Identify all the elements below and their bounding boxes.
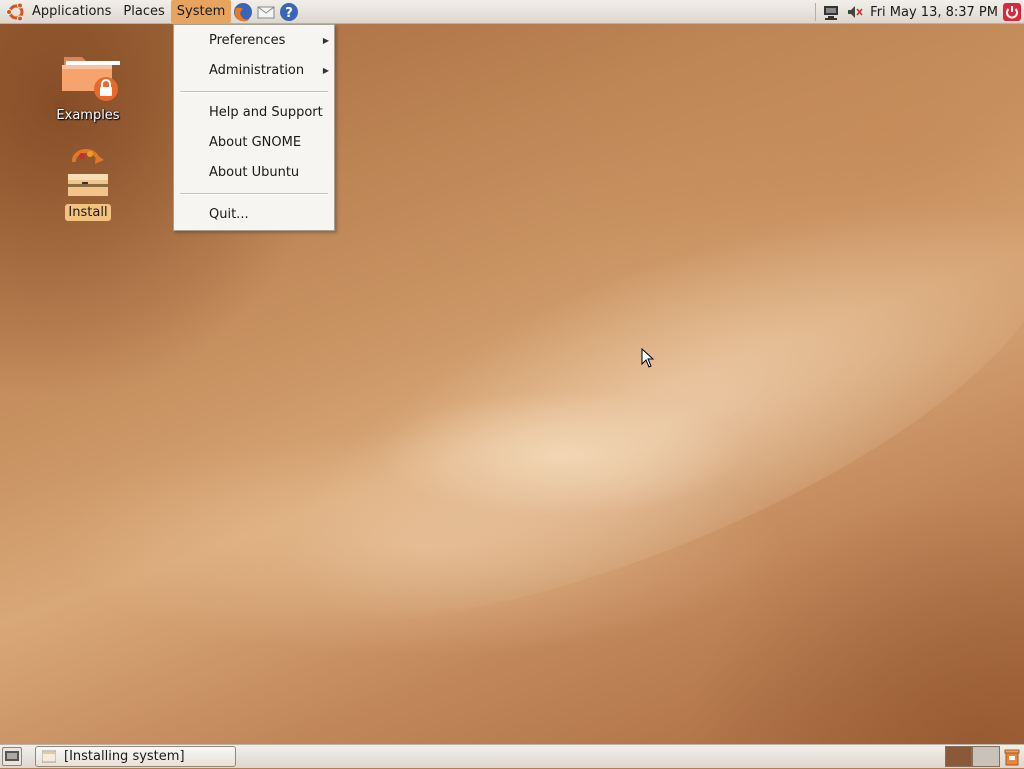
taskbar-window-button[interactable]: [Installing system] <box>35 746 236 767</box>
help-icon: ? <box>280 2 299 21</box>
desktop-icon-label: Examples <box>56 108 120 123</box>
mouse-cursor-icon <box>641 348 655 368</box>
svg-text:?: ? <box>285 6 293 21</box>
firefox-icon <box>234 2 253 21</box>
menu-item-quit[interactable]: Quit... <box>174 201 334 229</box>
applications-menu-button[interactable]: Applications <box>0 0 117 23</box>
menu-item-label: About Ubuntu <box>209 165 300 180</box>
mail-launcher[interactable] <box>255 1 277 23</box>
shutdown-icon[interactable] <box>1002 2 1022 22</box>
installer-window-icon <box>42 750 56 763</box>
menu-item-preferences[interactable]: Preferences ▶ <box>174 27 334 55</box>
help-launcher[interactable]: ? <box>278 1 300 23</box>
menu-item-label: Preferences <box>209 33 286 48</box>
trash-icon[interactable] <box>1002 747 1022 767</box>
menu-item-about-ubuntu[interactable]: About Ubuntu <box>174 159 334 187</box>
menu-item-label: Help and Support <box>209 105 323 120</box>
top-panel: Applications Places System ? Fri May 13,… <box>0 0 1024 24</box>
desktop-icon-examples[interactable]: Examples <box>48 51 128 124</box>
menu-separator <box>180 193 328 195</box>
menu-item-administration[interactable]: Administration ▶ <box>174 57 334 85</box>
menu-system[interactable]: System <box>170 0 232 23</box>
menu-applications[interactable]: Applications <box>26 0 117 23</box>
tray-separator <box>815 3 817 21</box>
desktop-icon-install[interactable]: Install <box>48 148 128 221</box>
menu-item-label: About GNOME <box>209 135 302 150</box>
show-desktop-button[interactable] <box>2 747 22 766</box>
workspace-1[interactable] <box>945 746 972 767</box>
network-icon[interactable] <box>822 3 840 21</box>
mail-icon <box>257 6 275 18</box>
volume-muted-icon[interactable] <box>846 3 864 21</box>
bottom-panel: [Installing system] <box>0 744 1024 768</box>
submenu-arrow-icon: ▶ <box>322 36 329 45</box>
menu-item-help-and-support[interactable]: Help and Support <box>174 99 334 127</box>
taskbar-window-label: [Installing system] <box>64 749 185 764</box>
menu-separator <box>180 91 328 93</box>
menu-places[interactable]: Places <box>117 0 170 23</box>
show-desktop-icon <box>5 751 19 761</box>
desktop-icon-label: Install <box>65 204 111 221</box>
system-menu-dropdown: Preferences ▶ Administration ▶ Help and … <box>173 24 335 231</box>
folder-icon <box>62 57 120 101</box>
firefox-launcher[interactable] <box>232 1 254 23</box>
workspace-2[interactable] <box>972 746 1000 767</box>
submenu-arrow-icon: ▶ <box>322 66 329 75</box>
menu-item-about-gnome[interactable]: About GNOME <box>174 129 334 157</box>
menu-item-label: Quit... <box>209 207 249 222</box>
desktop[interactable]: Examples Install <box>0 24 1024 744</box>
menu-item-label: Administration <box>209 63 305 78</box>
ubuntu-logo-icon <box>6 2 24 21</box>
installer-icon <box>68 149 108 196</box>
system-tray: Fri May 13, 8:37 PM <box>815 0 1024 24</box>
clock[interactable]: Fri May 13, 8:37 PM <box>868 5 1002 20</box>
